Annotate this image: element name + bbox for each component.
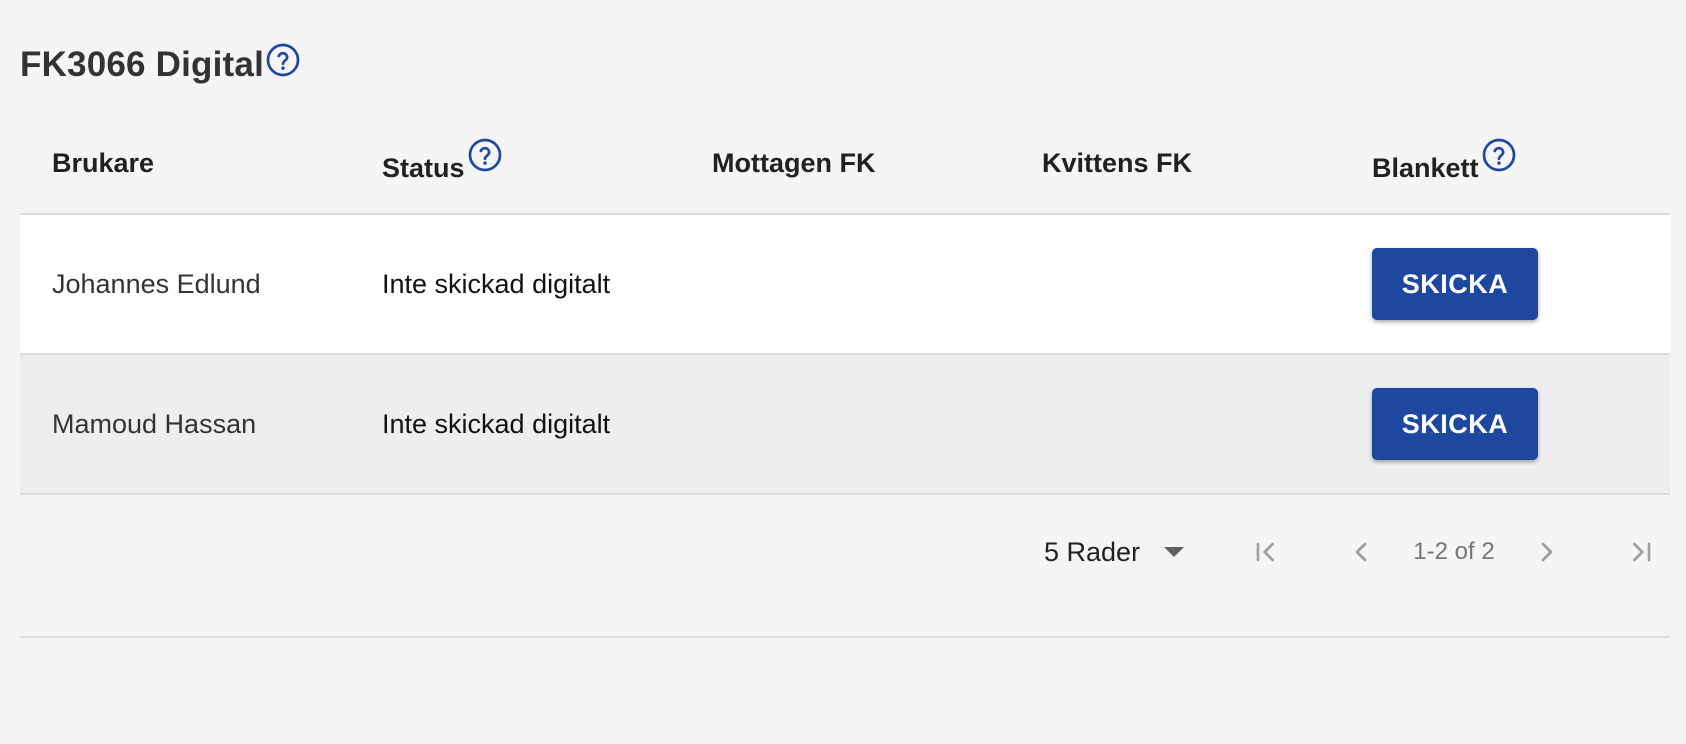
column-header-brukare: Brukare bbox=[52, 113, 154, 213]
previous-page-button[interactable] bbox=[1341, 532, 1381, 572]
status-cell: Inte skickad digitalt bbox=[382, 268, 611, 299]
caret-down-icon bbox=[1164, 547, 1185, 557]
column-header-status: Status bbox=[382, 113, 503, 213]
skicka-button[interactable]: SKICKA bbox=[1372, 248, 1538, 320]
table-header-row: Brukare Status Mottagen FK Kvittens FK B… bbox=[20, 113, 1670, 215]
column-header-mottagen-fk: Mottagen FK bbox=[712, 113, 875, 213]
help-circle-icon[interactable] bbox=[1481, 137, 1517, 173]
column-header-blankett: Blankett bbox=[1372, 113, 1517, 213]
column-header-label: Blankett bbox=[1372, 152, 1479, 183]
table-row: Mamoud Hassan Inte skickad digitalt SKIC… bbox=[20, 355, 1670, 495]
status-cell: Inte skickad digitalt bbox=[382, 408, 611, 439]
rows-per-page-value: 5 Rader bbox=[1044, 536, 1141, 567]
skicka-button[interactable]: SKICKA bbox=[1372, 388, 1538, 460]
last-page-button[interactable] bbox=[1621, 532, 1661, 572]
page-range-label: 1-2 of 2 bbox=[1413, 538, 1495, 565]
column-header-kvittens-fk: Kvittens FK bbox=[1042, 113, 1192, 213]
next-page-button[interactable] bbox=[1527, 532, 1567, 572]
title-row: FK3066 Digital bbox=[20, 40, 301, 90]
table-row: Johannes Edlund Inte skickad digitalt SK… bbox=[20, 215, 1670, 355]
page: FK3066 Digital Brukare Status Mottagen F… bbox=[0, 0, 1686, 744]
first-page-icon bbox=[1256, 542, 1274, 562]
help-circle-icon[interactable] bbox=[265, 42, 301, 78]
last-page-icon bbox=[1633, 542, 1651, 562]
column-header-label: Kvittens FK bbox=[1042, 147, 1193, 178]
help-circle-icon[interactable] bbox=[467, 137, 503, 173]
fk3066-table: Brukare Status Mottagen FK Kvittens FK B… bbox=[20, 113, 1670, 495]
pagination-bar: 5 Rader 1-2 of 2 bbox=[20, 492, 1670, 638]
column-header-label: Status bbox=[382, 152, 465, 183]
column-header-label: Brukare bbox=[52, 147, 155, 178]
chevron-left-icon bbox=[1355, 542, 1367, 562]
brukare-cell: Mamoud Hassan bbox=[52, 408, 257, 439]
column-header-label: Mottagen FK bbox=[712, 147, 876, 178]
page-title: FK3066 Digital bbox=[20, 45, 264, 84]
first-page-button[interactable] bbox=[1246, 532, 1286, 572]
brukare-cell: Johannes Edlund bbox=[52, 268, 261, 299]
rows-per-page-select[interactable]: 5 Rader bbox=[1044, 530, 1186, 574]
chevron-right-icon bbox=[1541, 542, 1553, 562]
